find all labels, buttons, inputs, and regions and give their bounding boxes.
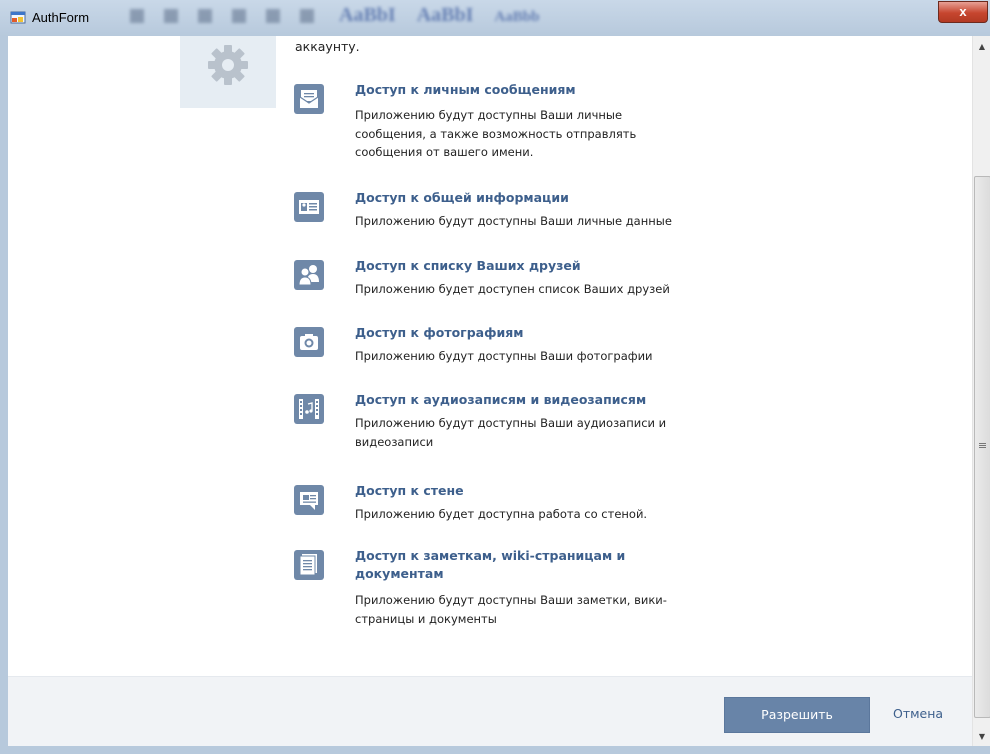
permission-description: Приложению будет доступен список Ваших д… [355,280,685,299]
permission-title[interactable]: Доступ к заметкам, wiki-страницам и доку… [355,547,685,583]
title-bar: AuthForm AaBbI AaBbI AaBbb x [0,0,990,36]
scroll-down-icon[interactable]: ▼ [973,728,990,746]
permission-title[interactable]: Доступ к фотографиям [355,324,685,342]
window-frame-bottom [0,746,990,754]
ribbon-style-2: AaBbI [416,4,474,26]
scroll-thumb[interactable] [974,176,990,718]
ribbon-style-3: AaBbb [494,9,540,25]
description-line: Приложению будут доступны Ваши личные [355,108,623,122]
description-line: Приложению будут доступны Ваши личные да… [355,214,672,228]
description-line: Приложению будет доступен список Ваших д… [355,282,670,296]
notes-icon [294,550,324,580]
permission-title[interactable]: Доступ к аудиозаписям и видеозаписям [355,391,685,409]
window-frame-left [0,36,8,754]
auth-content-area: аккаунту. Доступ к личным сообщениям При… [8,36,972,746]
allow-button[interactable]: Разрешить [724,697,870,733]
window-title: AuthForm [32,10,90,25]
description-line: Приложению будут доступны Ваши заметки, … [355,593,667,607]
description-line: сообщения от вашего имени. [355,145,534,159]
cancel-link[interactable]: Отмена [893,697,943,731]
description-line: страницы и документы [355,611,497,626]
app-logo-tile [180,36,276,108]
id-card-icon [294,192,324,222]
description-line: видеозаписи [355,434,434,449]
media-icon [294,394,324,424]
ribbon-style-1: AaBbI [339,4,396,26]
description-line: сообщения, а также возможность отправлят… [355,126,637,141]
close-button[interactable]: x [938,1,988,23]
permission-description: Приложению будут доступны Ваши фотографи… [355,347,685,366]
permission-description: Приложению будут доступны Ваши заметки, … [355,591,685,628]
permission-title[interactable]: Доступ к списку Ваших друзей [355,257,685,275]
intro-text: аккаунту. [295,39,360,54]
permission-description: Приложению будут доступны Ваши личные да… [355,212,685,231]
grip-icon [979,443,986,444]
title-line: документам [355,566,444,581]
permission-title[interactable]: Доступ к личным сообщениям [355,81,685,99]
vertical-scrollbar[interactable]: ▲ ▼ [972,36,990,746]
description-line: Приложению будут доступны Ваши фотографи… [355,349,653,363]
window-app-icon [10,9,26,25]
permission-description: Приложению будет доступна работа со стен… [355,505,685,524]
envelope-icon [294,84,324,114]
permission-title[interactable]: Доступ к общей информации [355,189,685,207]
description-line: Приложению будет доступна работа со стен… [355,507,648,521]
camera-icon [294,327,324,357]
wall-icon [294,485,324,515]
close-icon: x [959,4,967,19]
scroll-up-icon[interactable]: ▲ [973,38,990,56]
gear-icon [208,45,248,85]
permission-description: Приложению будут доступны Ваши личные со… [355,106,685,162]
permission-description: Приложению будут доступны Ваши аудиозапи… [355,414,685,451]
permission-title[interactable]: Доступ к стене [355,482,685,500]
friends-icon [294,260,324,290]
background-window-ribbon: AaBbI AaBbI AaBbb [130,4,910,32]
description-line: Приложению будут доступны Ваши аудиозапи… [355,416,667,430]
title-line: Доступ к заметкам, wiki-страницам и [355,548,626,563]
footer-bar: Разрешить Отмена [8,676,972,746]
